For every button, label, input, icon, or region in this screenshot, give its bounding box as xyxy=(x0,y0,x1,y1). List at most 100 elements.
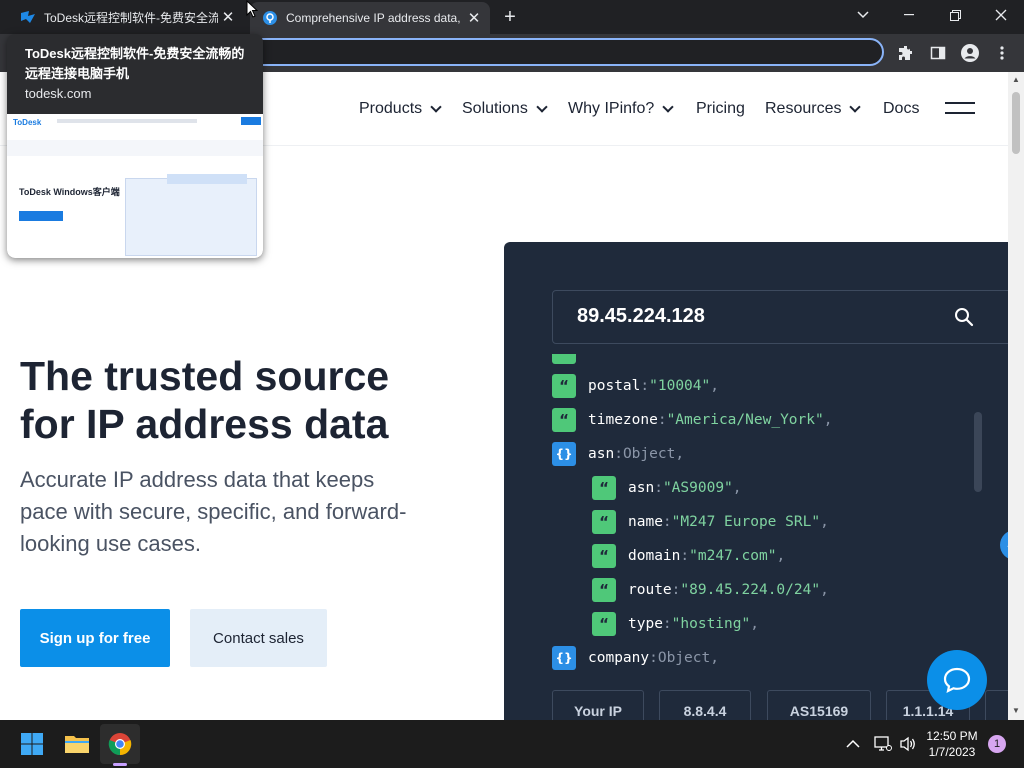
nav-solutions[interactable]: Solutions xyxy=(462,98,548,120)
json-key: domain xyxy=(628,548,681,564)
scrollbar-thumb[interactable] xyxy=(1012,92,1020,154)
nav-why-ipinfo[interactable]: Why IPinfo? xyxy=(568,98,674,120)
nav-products[interactable]: Products xyxy=(359,98,442,120)
chrome-icon[interactable] xyxy=(104,728,136,760)
extensions-icon[interactable] xyxy=(896,43,916,63)
json-key: company xyxy=(588,650,650,666)
clock-time: 12:50 PM xyxy=(926,729,978,743)
volume-icon[interactable] xyxy=(899,736,917,755)
close-window-icon[interactable] xyxy=(978,0,1024,30)
mouse-cursor-icon xyxy=(246,0,258,18)
json-line-company[interactable]: {} company: Object, xyxy=(552,646,719,670)
nav-label: Resources xyxy=(765,100,842,117)
tab-ipinfo[interactable]: Comprehensive IP address data, I ✕ xyxy=(250,2,490,34)
json-value: "10004" xyxy=(649,378,711,394)
string-quote-icon: “ xyxy=(592,578,616,602)
scroll-down-arrow-icon[interactable]: ▼ xyxy=(1011,706,1021,716)
tray-chevron-up-icon[interactable] xyxy=(846,736,860,752)
string-quote-icon: “ xyxy=(592,476,616,500)
chevron-down-icon xyxy=(536,100,548,113)
notification-badge[interactable]: 1 xyxy=(988,735,1006,753)
json-line-postal: “ postal: "10004", xyxy=(552,374,719,398)
file-explorer-icon[interactable] xyxy=(61,728,93,760)
sign-up-button[interactable]: Sign up for free xyxy=(20,609,170,667)
chip-your-ip[interactable]: Your IP xyxy=(552,690,644,720)
contact-sales-button[interactable]: Contact sales xyxy=(190,609,327,667)
string-quote-icon: “ xyxy=(592,612,616,636)
preview-nav xyxy=(57,119,197,123)
page-scrollbar[interactable]: ▲ ▼ xyxy=(1008,72,1024,720)
json-value: Object xyxy=(657,650,711,666)
api-response-panel: 89.45.224.128 “postal: "10004", “timezone:… xyxy=(504,242,1008,720)
nav-label: Docs xyxy=(883,100,920,117)
json-value: "hosting" xyxy=(671,616,751,632)
json-value: "m247.com" xyxy=(689,548,777,564)
chip-ip-8-8-4-4[interactable]: 8.8.4.4 xyxy=(659,690,751,720)
json-comma: , xyxy=(710,650,719,666)
tab-todesk[interactable]: ToDesk远程控制软件-免费安全流 ✕ xyxy=(8,0,244,34)
nav-label: Why IPinfo? xyxy=(568,100,655,117)
chip-more[interactable] xyxy=(985,690,1008,720)
preview-button xyxy=(241,117,261,125)
json-colon: : xyxy=(654,480,663,496)
tab-hover-card: ToDesk远程控制软件-免费安全流畅的远程连接电脑手机 todesk.com … xyxy=(7,34,263,258)
json-value: "America/New_York" xyxy=(666,412,824,428)
string-quote-icon: “ xyxy=(592,510,616,534)
json-line-asn[interactable]: {} asn: Object, xyxy=(552,442,684,466)
preview-app-screenshot xyxy=(125,178,257,256)
panel-scrollbar[interactable] xyxy=(974,412,982,492)
system-clock[interactable]: 12:50 PM 1/7/2023 xyxy=(920,728,984,760)
more-menu-icon[interactable] xyxy=(992,43,1012,63)
json-line-timezone: “ timezone: "America/New_York", xyxy=(552,408,832,432)
profile-icon[interactable] xyxy=(960,43,980,63)
tab-search-chevron-icon[interactable] xyxy=(840,0,886,30)
json-comma: , xyxy=(776,548,786,564)
side-panel-icon[interactable] xyxy=(928,43,948,63)
search-icon[interactable] xyxy=(953,306,975,328)
nav-label: Products xyxy=(359,100,423,117)
todesk-icon xyxy=(21,11,35,23)
chat-bubble-icon xyxy=(943,667,971,693)
new-tab-button[interactable]: + xyxy=(498,5,522,29)
preview-app-header xyxy=(167,174,247,184)
nav-docs[interactable]: Docs xyxy=(883,98,919,120)
string-badge-icon xyxy=(552,354,576,364)
nav-pricing[interactable]: Pricing xyxy=(696,98,745,120)
scroll-up-arrow-icon[interactable]: ▲ xyxy=(1011,75,1021,85)
json-line-route: “ route: "89.45.224.0/24", xyxy=(592,578,829,602)
chevron-down-icon xyxy=(430,100,442,113)
json-value: "M247 Europe SRL" xyxy=(671,514,821,530)
chevron-down-icon xyxy=(849,100,862,113)
windows-start-icon[interactable] xyxy=(16,728,48,760)
json-colon: : xyxy=(640,378,650,394)
json-line-name: “ name: "M247 Europe SRL", xyxy=(592,510,829,534)
active-indicator xyxy=(113,763,127,766)
minimize-icon[interactable] xyxy=(886,0,932,30)
ip-search-input[interactable]: 89.45.224.128 xyxy=(552,290,1008,344)
nav-resources[interactable]: Resources xyxy=(765,98,862,120)
json-comma: , xyxy=(732,480,742,496)
close-icon[interactable]: ✕ xyxy=(464,8,484,28)
hero-subtitle: Accurate IP address data that keeps pace… xyxy=(20,467,407,556)
hover-card-title: ToDesk远程控制软件-免费安全流畅的远程连接电脑手机 xyxy=(25,46,245,81)
address-bar[interactable] xyxy=(236,38,884,66)
close-icon[interactable]: ✕ xyxy=(218,7,238,27)
json-comma: , xyxy=(710,378,719,394)
preview-download-button xyxy=(19,211,63,221)
tab-preview-thumbnail: ToDesk ToDesk Windows客户端 xyxy=(7,114,263,258)
json-value: Object xyxy=(622,446,676,462)
json-comma: , xyxy=(675,446,685,462)
object-braces-icon: {} xyxy=(552,646,576,670)
json-colon: : xyxy=(662,616,672,632)
chat-button[interactable] xyxy=(927,650,987,710)
network-icon[interactable] xyxy=(874,736,892,755)
chip-as15169[interactable]: AS15169 xyxy=(767,690,871,720)
windows-taskbar: 12:50 PM 1/7/2023 1 xyxy=(0,720,1024,768)
preview-platform-row xyxy=(7,140,263,156)
hamburger-menu-icon[interactable] xyxy=(945,102,975,114)
chevron-down-icon xyxy=(662,100,674,113)
json-colon: : xyxy=(662,514,672,530)
json-colon: : xyxy=(657,412,667,428)
hero-title: The trusted source for IP address data xyxy=(20,353,390,447)
restore-icon[interactable] xyxy=(932,0,978,30)
